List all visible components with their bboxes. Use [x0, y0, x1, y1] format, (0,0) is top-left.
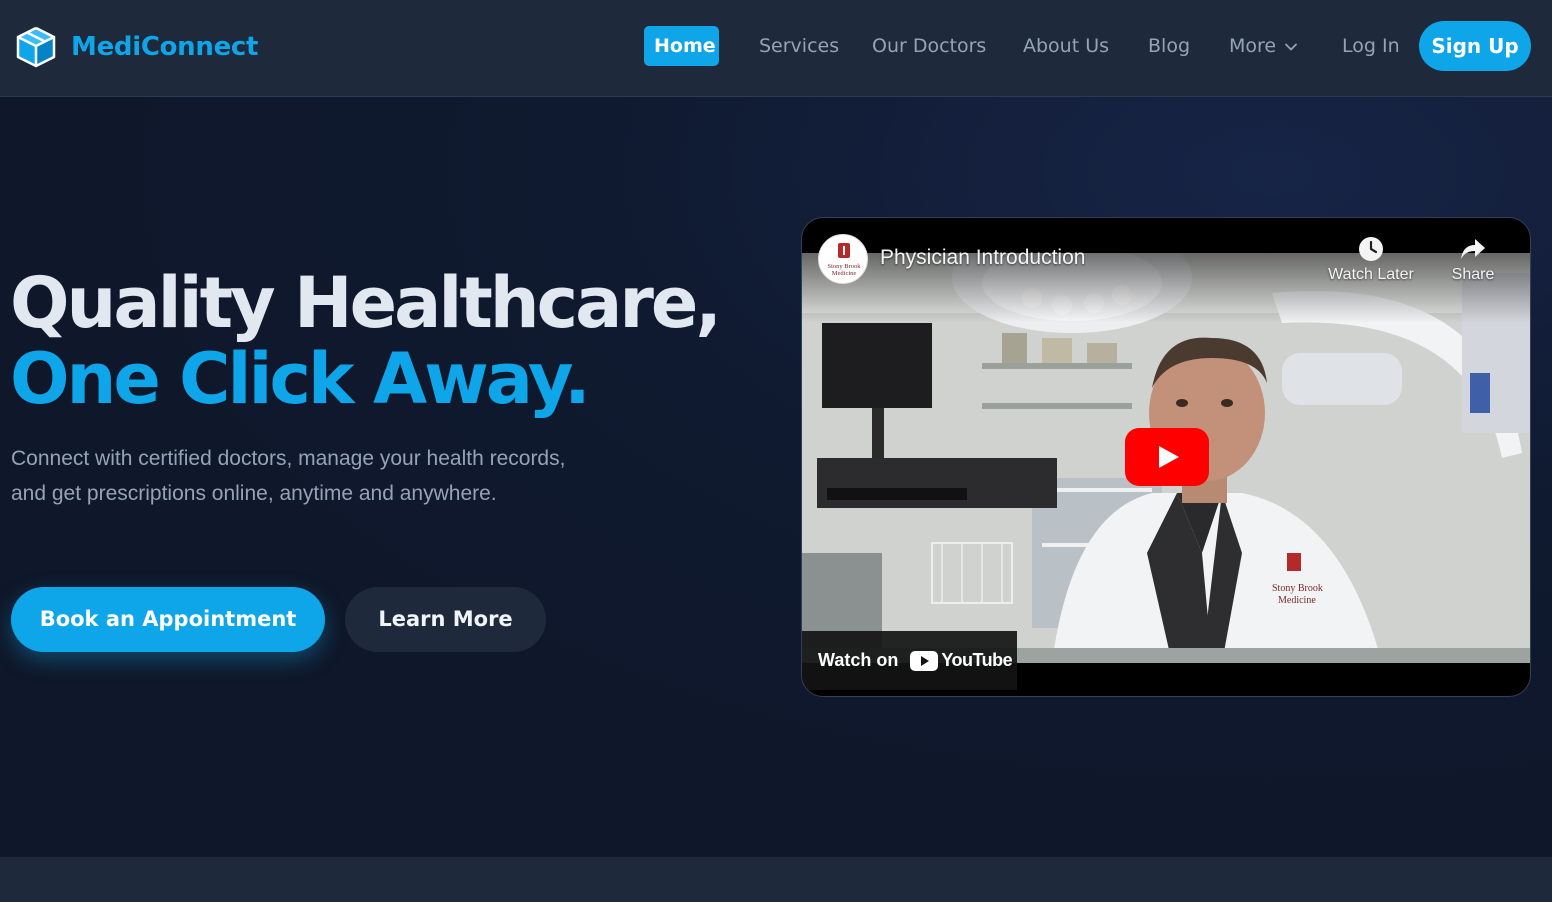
cube-icon	[16, 26, 56, 68]
video-title[interactable]: Physician Introduction	[880, 246, 1085, 270]
watch-on-label: Watch on	[818, 650, 899, 670]
next-section	[0, 857, 1552, 902]
share-icon	[1461, 239, 1485, 259]
hero-subtext: Connect with certified doctors, manage y…	[11, 447, 566, 505]
learn-more-button[interactable]: Learn More	[345, 587, 546, 652]
headline-line-2: One Click Away.	[10, 338, 591, 420]
chevron-down-icon	[1285, 43, 1298, 51]
channel-avatar[interactable]: Stony Brook Medicine	[818, 234, 868, 284]
play-icon[interactable]	[1125, 428, 1209, 486]
coat-logo-text: Stony Brook	[1272, 583, 1323, 594]
watch-later-label: Watch Later	[1328, 266, 1414, 283]
brand[interactable]: MediConnect	[14, 25, 258, 69]
channel-logo-icon: Stony Brook Medicine	[827, 243, 861, 277]
navbar: MediConnect Home Services Our Doctors Ab…	[0, 0, 1552, 97]
hero-section: Quality Healthcare, One Click Away. Conn…	[0, 97, 1552, 857]
share-button[interactable]: Share	[1423, 236, 1523, 284]
nav-home[interactable]: Home	[644, 26, 719, 66]
svg-text:Stony Brook: Stony Brook	[827, 263, 861, 270]
youtube-wordmark: YouTube	[941, 650, 1013, 670]
nav-more[interactable]: More	[1229, 26, 1298, 66]
book-appointment-button[interactable]: Book an Appointment	[11, 587, 325, 652]
svg-text:Medicine: Medicine	[832, 270, 857, 277]
youtube-play-icon	[910, 650, 939, 671]
brand-name: MediConnect	[71, 32, 259, 62]
nav-blog[interactable]: Blog	[1148, 26, 1190, 66]
clock-icon	[1359, 237, 1383, 261]
nav-services[interactable]: Services	[759, 26, 839, 66]
hero-headline: Quality Healthcare, One Click Away.	[10, 262, 722, 420]
video-embed[interactable]: Stony Brook Medicine Stony Brook Medicin…	[801, 217, 1531, 697]
share-label: Share	[1451, 266, 1495, 283]
nav-more-label: More	[1229, 35, 1277, 57]
watch-on-youtube-button[interactable]: Watch on YouTube	[802, 631, 1017, 690]
coat-logo-subtext: Medicine	[1278, 595, 1316, 606]
nav-login[interactable]: Log In	[1342, 26, 1400, 66]
nav-about-us[interactable]: About Us	[1023, 26, 1109, 66]
watch-later-button[interactable]: Watch Later	[1321, 236, 1421, 284]
signup-button[interactable]: Sign Up	[1419, 21, 1531, 71]
youtube-logo: YouTube	[910, 650, 1013, 671]
headline-line-1: Quality Healthcare,	[10, 262, 722, 344]
nav-our-doctors[interactable]: Our Doctors	[872, 26, 986, 66]
